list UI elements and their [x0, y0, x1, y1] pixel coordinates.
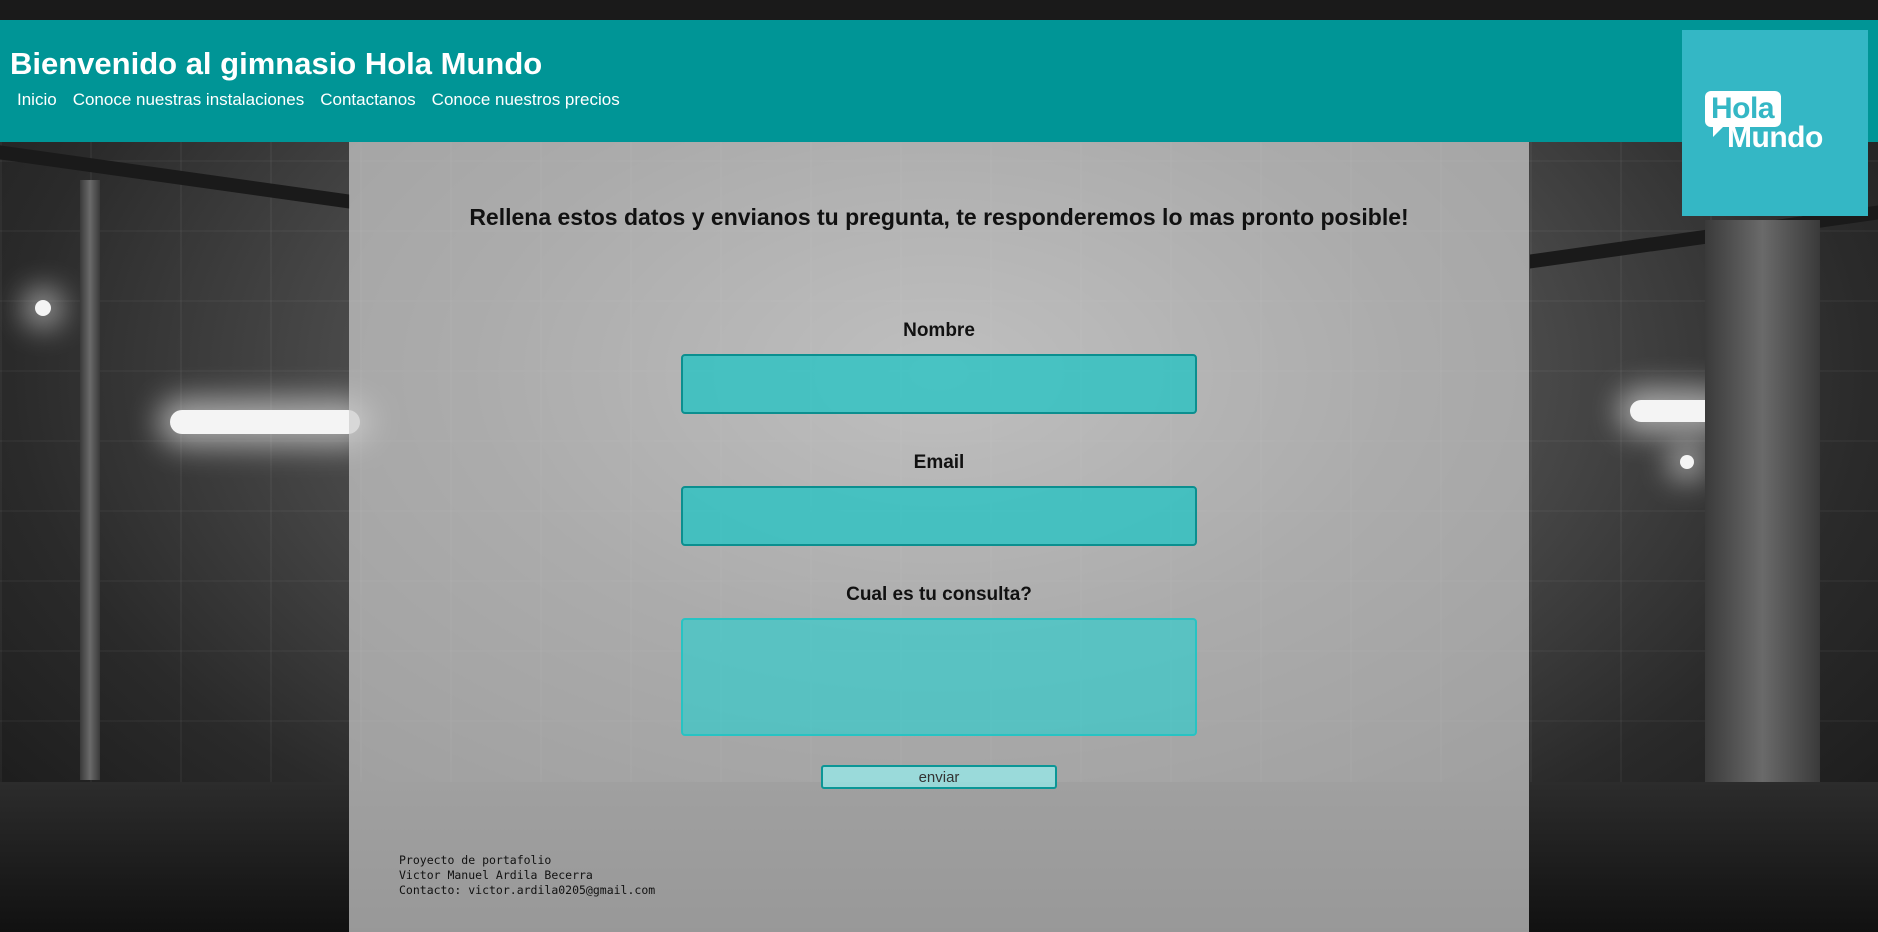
nav-link-contactanos[interactable]: Contactanos	[320, 90, 415, 110]
site-title: Bienvenido al gimnasio Hola Mundo	[10, 46, 543, 81]
form-heading: Rellena estos datos y envianos tu pregun…	[469, 204, 1409, 230]
hola-mundo-logo: Hola Mundo	[1682, 30, 1868, 216]
submit-button[interactable]: enviar	[821, 765, 1057, 789]
email-label: Email	[913, 452, 965, 473]
site-header: Bienvenido al gimnasio Hola Mundo Inicio…	[0, 20, 1878, 142]
query-label: Cual es tu consulta?	[846, 584, 1032, 605]
name-input[interactable]	[681, 354, 1197, 414]
query-textarea[interactable]	[681, 618, 1197, 736]
footer-project-line: Proyecto de portafolio	[399, 853, 552, 867]
name-label: Nombre	[903, 320, 975, 341]
nav-link-precios[interactable]: Conoce nuestros precios	[432, 90, 620, 110]
footer-author-line: Victor Manuel Ardila Becerra	[399, 868, 593, 882]
main-nav: Inicio Conoce nuestras instalaciones Con…	[17, 90, 620, 110]
email-input[interactable]	[681, 486, 1197, 546]
nav-link-instalaciones[interactable]: Conoce nuestras instalaciones	[73, 90, 305, 110]
logo-text-mundo: Mundo	[1727, 121, 1823, 154]
footer-contact-line: Contacto: victor.ardila0205@gmail.com	[399, 883, 656, 897]
nav-link-inicio[interactable]: Inicio	[17, 90, 57, 110]
contact-form-panel: Rellena estos datos y envianos tu pregun…	[349, 142, 1529, 932]
footer-credits: Proyecto de portafolio Victor Manuel Ard…	[399, 853, 655, 898]
